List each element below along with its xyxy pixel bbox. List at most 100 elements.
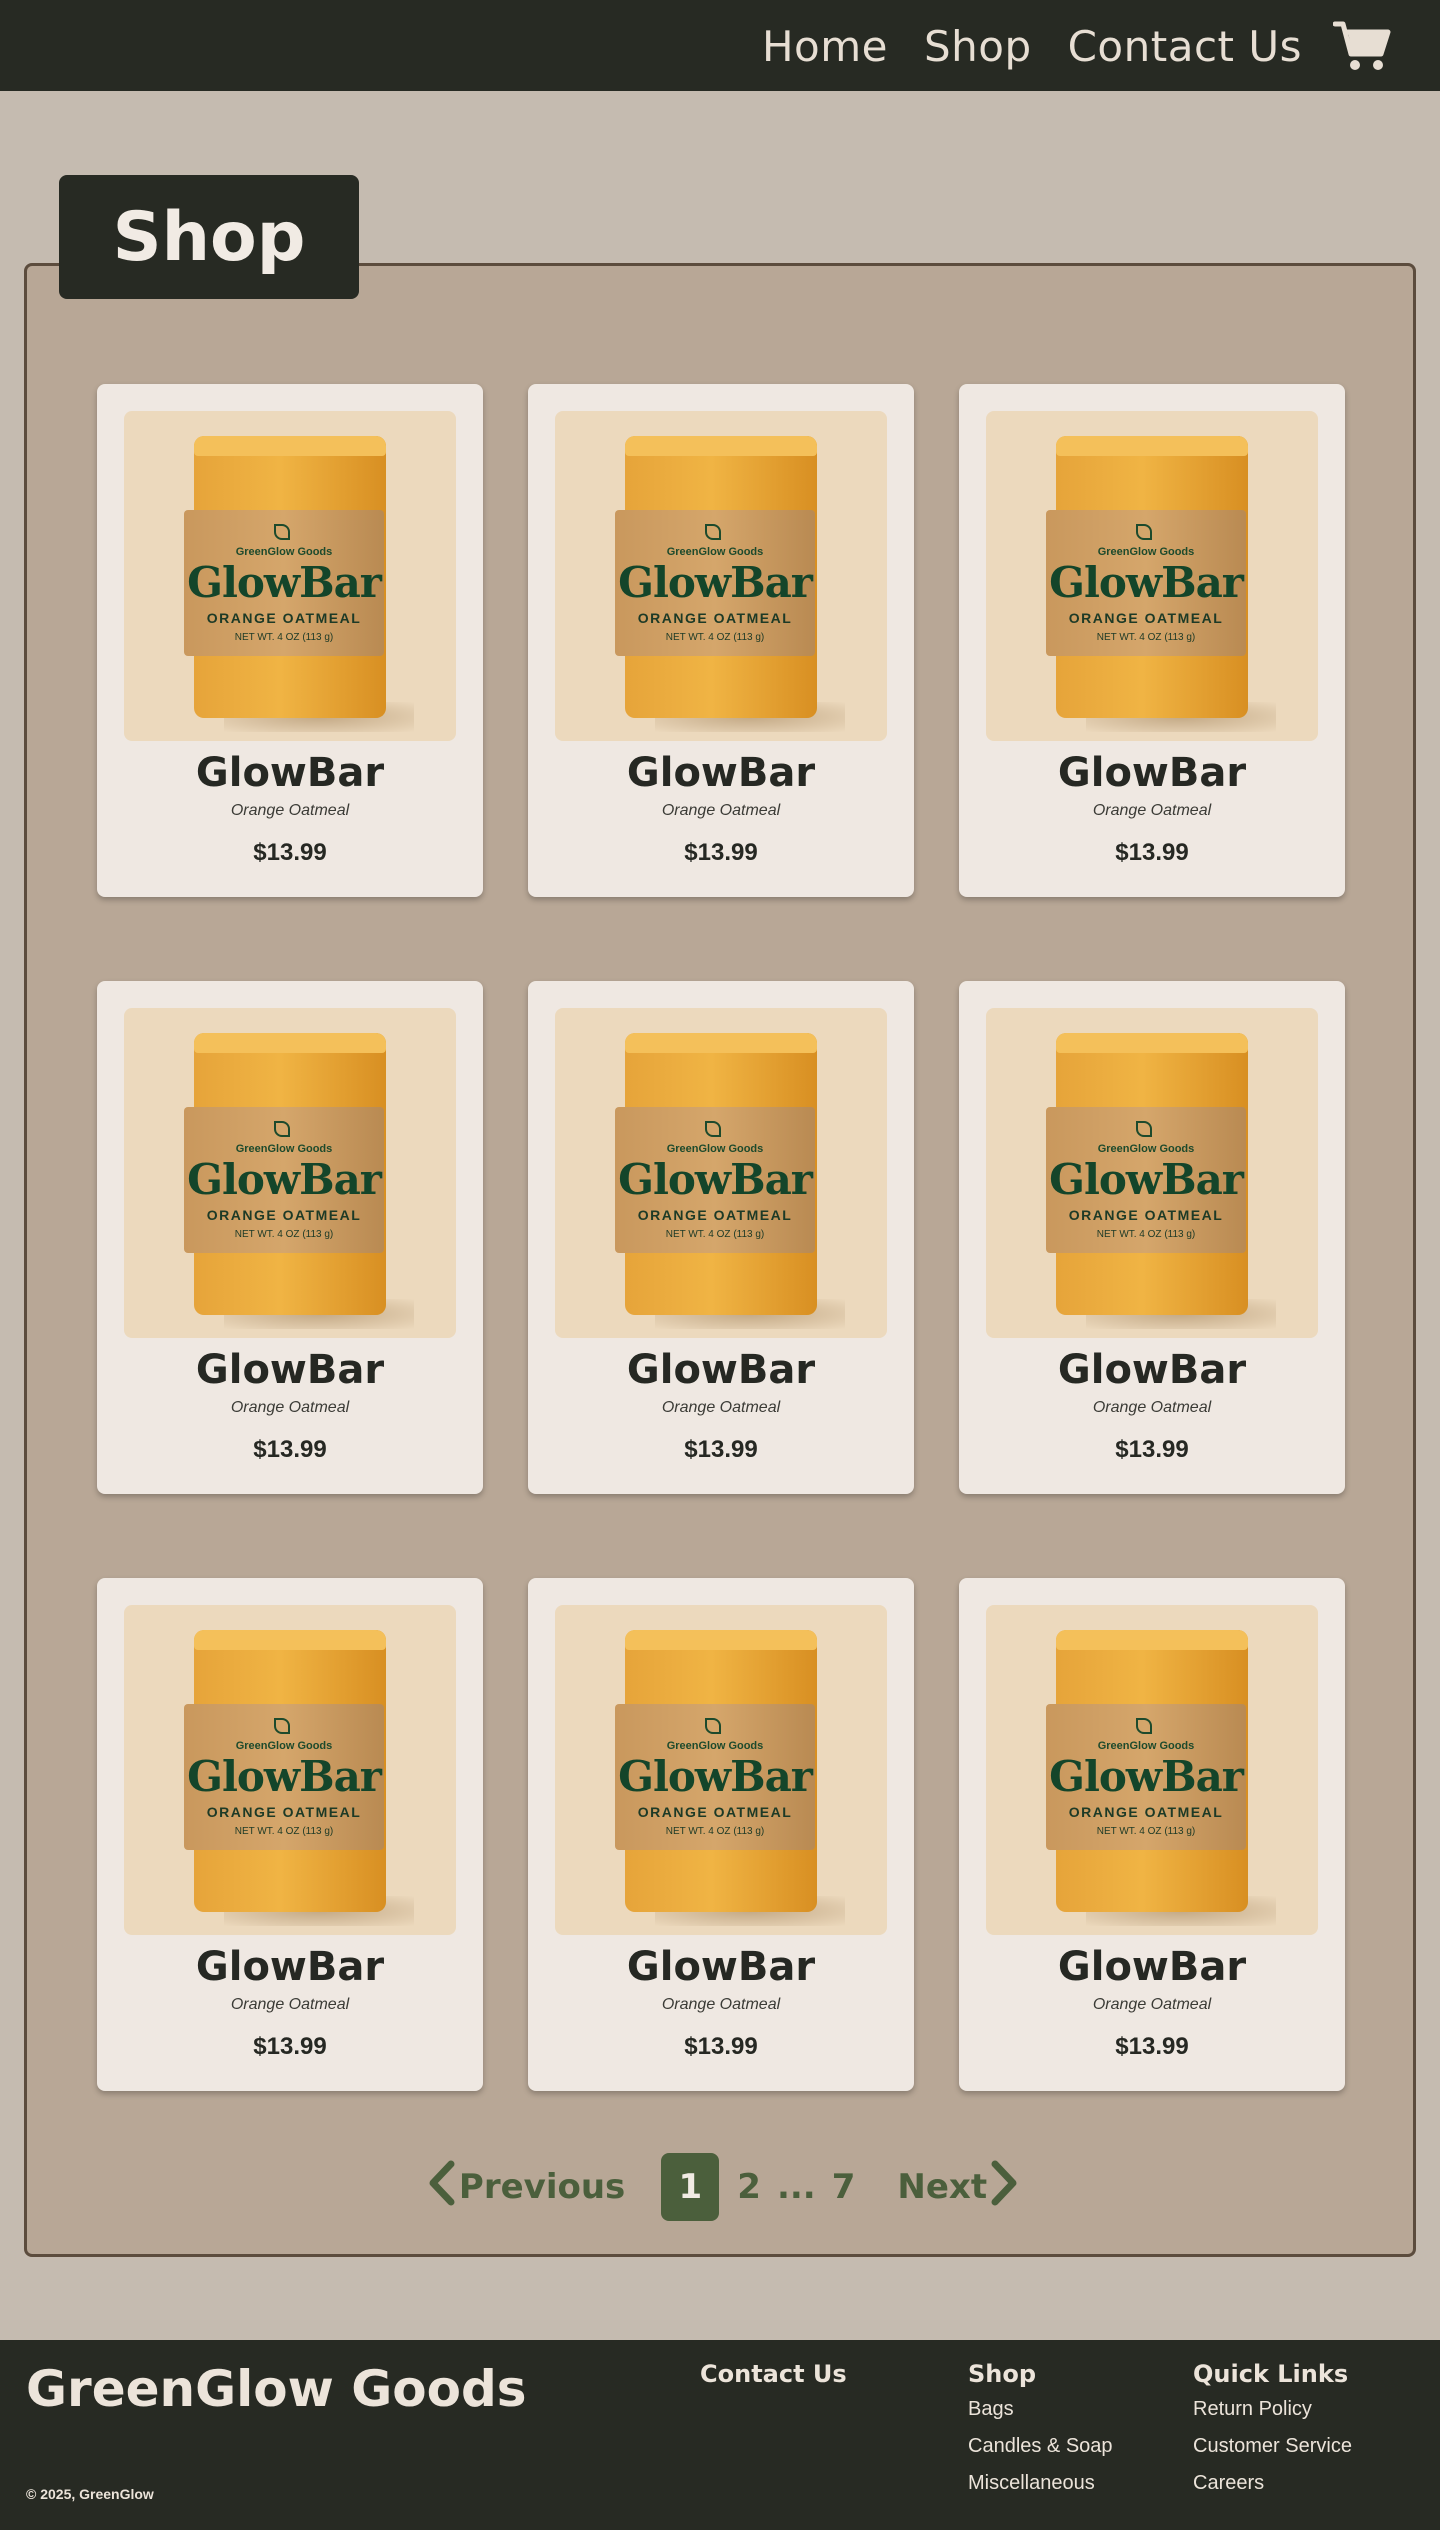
product-name[interactable]: GlowBar	[97, 1347, 483, 1393]
product-card[interactable]: GreenGlow Goods GlowBar ORANGE OATMEAL NET …	[528, 981, 914, 1494]
label-title: GlowBar	[187, 1155, 382, 1204]
product-variant: Orange Oatmeal	[661, 1996, 781, 2013]
next-page-button[interactable]: Next	[897, 2160, 1021, 2215]
product-image[interactable]: GreenGlow Goods GlowBar ORANGE OATMEAL NET …	[986, 1605, 1318, 1935]
label-weight: NET WT. 4 OZ (113 g)	[665, 1826, 765, 1837]
soap-label-band: GreenGlow Goods GlowBar ORANGE OATMEAL NET …	[615, 510, 815, 656]
label-title: GlowBar	[1049, 1752, 1244, 1801]
leaf-icon	[1136, 1121, 1152, 1137]
footer-link-return-policy[interactable]: Return Policy	[1193, 2398, 1352, 2421]
footer-contact-heading[interactable]: Contact Us	[700, 2360, 847, 2388]
product-variant: Orange Oatmeal	[661, 1399, 781, 1416]
label-brand: GreenGlow Goods	[235, 1143, 333, 1155]
previous-page-button[interactable]: Previous	[425, 2160, 625, 2215]
soap-top	[625, 1630, 817, 1650]
soap-top	[625, 436, 817, 456]
soap-label-band: GreenGlow Goods GlowBar ORANGE OATMEAL NET …	[1046, 1107, 1246, 1253]
product-name[interactable]: GlowBar	[528, 1347, 914, 1393]
leaf-icon	[1136, 1718, 1152, 1734]
product-card[interactable]: GreenGlow Goods GlowBar ORANGE OATMEAL NET …	[97, 384, 483, 897]
product-variant: Orange Oatmeal	[230, 802, 350, 819]
product-image[interactable]: GreenGlow Goods GlowBar ORANGE OATMEAL NET …	[986, 411, 1318, 741]
soap-bar-illustration: GreenGlow Goods GlowBar ORANGE OATMEAL NET …	[184, 1630, 414, 1930]
soap-bar-illustration: GreenGlow Goods GlowBar ORANGE OATMEAL NET …	[615, 1033, 845, 1333]
product-name[interactable]: GlowBar	[959, 1944, 1345, 1990]
product-card[interactable]: GreenGlow Goods GlowBar ORANGE OATMEAL NET …	[528, 384, 914, 897]
cart-icon[interactable]	[1332, 18, 1392, 74]
product-name[interactable]: GlowBar	[959, 750, 1345, 796]
soap-bar-illustration: GreenGlow Goods GlowBar ORANGE OATMEAL NET …	[615, 1630, 845, 1930]
footer-shop-column: Shop Bags Candles & Soap Miscellaneous	[968, 2360, 1113, 2509]
soap-bar-illustration: GreenGlow Goods GlowBar ORANGE OATMEAL NET …	[184, 436, 414, 736]
product-image[interactable]: GreenGlow Goods GlowBar ORANGE OATMEAL NET …	[555, 411, 887, 741]
soap-bar-illustration: GreenGlow Goods GlowBar ORANGE OATMEAL NET …	[1046, 1033, 1276, 1333]
soap-top	[194, 1630, 386, 1650]
product-variant: Orange Oatmeal	[1092, 802, 1212, 819]
product-price: $13.99	[1115, 839, 1189, 866]
product-image[interactable]: GreenGlow Goods GlowBar ORANGE OATMEAL NET …	[986, 1008, 1318, 1338]
product-card[interactable]: GreenGlow Goods GlowBar ORANGE OATMEAL NET …	[959, 384, 1345, 897]
product-name[interactable]: GlowBar	[97, 1944, 483, 1990]
product-name[interactable]: GlowBar	[528, 750, 914, 796]
page-1-button[interactable]: 1	[661, 2153, 720, 2221]
footer-link-customer-service[interactable]: Customer Service	[1193, 2435, 1352, 2458]
product-card[interactable]: GreenGlow Goods GlowBar ORANGE OATMEAL NET …	[959, 981, 1345, 1494]
footer-link-candles-soap[interactable]: Candles & Soap	[968, 2435, 1113, 2458]
label-scent: ORANGE OATMEAL	[206, 610, 362, 626]
label-scent: ORANGE OATMEAL	[206, 1207, 362, 1223]
footer-link-careers[interactable]: Careers	[1193, 2472, 1352, 2495]
page-2-button[interactable]: 2	[737, 2167, 761, 2207]
label-weight: NET WT. 4 OZ (113 g)	[1096, 1229, 1196, 1240]
product-image[interactable]: GreenGlow Goods GlowBar ORANGE OATMEAL NET …	[124, 411, 456, 741]
product-image[interactable]: GreenGlow Goods GlowBar ORANGE OATMEAL NET …	[555, 1605, 887, 1935]
product-price: $13.99	[1115, 1436, 1189, 1463]
product-price: $13.99	[684, 839, 758, 866]
label-weight: NET WT. 4 OZ (113 g)	[1096, 632, 1196, 643]
product-price: $13.99	[684, 2033, 758, 2060]
soap-top	[1056, 1033, 1248, 1053]
label-scent: ORANGE OATMEAL	[1068, 1804, 1224, 1820]
product-card[interactable]: GreenGlow Goods GlowBar ORANGE OATMEAL NET …	[97, 981, 483, 1494]
product-grid: GreenGlow Goods GlowBar ORANGE OATMEAL NET …	[97, 384, 1351, 2091]
label-title: GlowBar	[618, 1155, 813, 1204]
footer-copyright: © 2025, GreenGlow	[26, 2486, 154, 2502]
product-name[interactable]: GlowBar	[97, 750, 483, 796]
page-7-button[interactable]: 7	[832, 2167, 856, 2207]
chevron-right-icon	[987, 2160, 1021, 2215]
label-weight: NET WT. 4 OZ (113 g)	[665, 1229, 765, 1240]
product-name[interactable]: GlowBar	[959, 1347, 1345, 1393]
product-name[interactable]: GlowBar	[528, 1944, 914, 1990]
footer-link-bags[interactable]: Bags	[968, 2398, 1113, 2421]
label-weight: NET WT. 4 OZ (113 g)	[234, 1229, 334, 1240]
nav-shop-link[interactable]: Shop	[924, 22, 1032, 71]
footer-shop-heading: Shop	[968, 2360, 1037, 2388]
soap-label-band: GreenGlow Goods GlowBar ORANGE OATMEAL NET …	[184, 510, 384, 656]
product-variant: Orange Oatmeal	[230, 1996, 350, 2013]
product-image[interactable]: GreenGlow Goods GlowBar ORANGE OATMEAL NET …	[555, 1008, 887, 1338]
soap-top	[1056, 1630, 1248, 1650]
nav-contact-link[interactable]: Contact Us	[1068, 22, 1302, 71]
footer-link-miscellaneous[interactable]: Miscellaneous	[968, 2472, 1113, 2495]
soap-bar-illustration: GreenGlow Goods GlowBar ORANGE OATMEAL NET …	[1046, 436, 1276, 736]
label-title: GlowBar	[187, 558, 382, 607]
nav-home-link[interactable]: Home	[762, 22, 888, 71]
footer-quick-heading: Quick Links	[1193, 2360, 1349, 2388]
product-image[interactable]: GreenGlow Goods GlowBar ORANGE OATMEAL NET …	[124, 1605, 456, 1935]
product-card[interactable]: GreenGlow Goods GlowBar ORANGE OATMEAL NET …	[959, 1578, 1345, 2091]
site-footer: GreenGlow Goods © 2025, GreenGlow Contac…	[0, 2340, 1440, 2530]
label-scent: ORANGE OATMEAL	[1068, 1207, 1224, 1223]
page-title: Shop	[112, 197, 306, 277]
product-card[interactable]: GreenGlow Goods GlowBar ORANGE OATMEAL NET …	[97, 1578, 483, 2091]
label-brand: GreenGlow Goods	[666, 1143, 764, 1155]
label-title: GlowBar	[1049, 1155, 1244, 1204]
soap-top	[194, 1033, 386, 1053]
product-image[interactable]: GreenGlow Goods GlowBar ORANGE OATMEAL NET …	[124, 1008, 456, 1338]
label-brand: GreenGlow Goods	[235, 1740, 333, 1752]
page-ellipsis: ...	[776, 2167, 816, 2207]
product-card[interactable]: GreenGlow Goods GlowBar ORANGE OATMEAL NET …	[528, 1578, 914, 2091]
product-price: $13.99	[253, 2033, 327, 2060]
footer-brand: GreenGlow Goods	[26, 2360, 527, 2418]
label-brand: GreenGlow Goods	[666, 546, 764, 558]
label-scent: ORANGE OATMEAL	[206, 1804, 362, 1820]
product-variant: Orange Oatmeal	[230, 1399, 350, 1416]
